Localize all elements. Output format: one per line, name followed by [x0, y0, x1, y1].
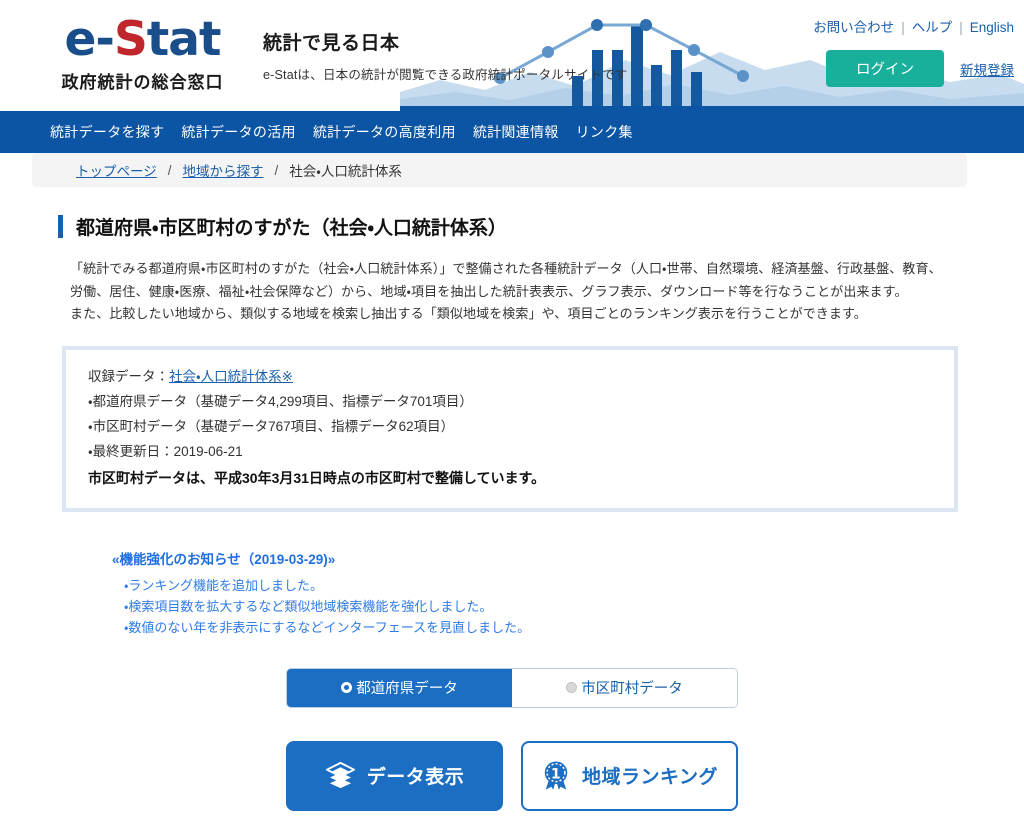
header-utility-links: お問い合わせ | ヘルプ | English	[813, 16, 1014, 36]
data-scope-toggle-wrapper: 都道府県データ 市区町村データ	[50, 668, 974, 708]
link-help[interactable]: ヘルプ	[912, 20, 953, 35]
nav-items: 統計データを探す 統計データの活用 統計データの高度利用 統計関連情報 リンク集	[0, 122, 633, 142]
radio-option-municipality[interactable]: 市区町村データ	[512, 669, 737, 707]
breadcrumb-separator-1: /	[168, 163, 172, 178]
radio-label-municipality: 市区町村データ	[581, 677, 683, 698]
login-button[interactable]: ログイン	[826, 50, 944, 87]
regional-ranking-button[interactable]: 1 地域ランキング	[521, 741, 738, 811]
register-link[interactable]: 新規登録	[960, 59, 1014, 79]
breadcrumb-separator-2: /	[275, 163, 279, 178]
notice-item-3: ・数値のない年を非表示にするなどインターフェースを見直しました。	[112, 617, 974, 638]
link-english[interactable]: English	[970, 20, 1014, 35]
svg-text:1: 1	[551, 766, 561, 782]
nav-item-related-info[interactable]: 統計関連情報	[473, 122, 559, 142]
radio-icon-municipality	[566, 682, 577, 693]
infobox-line-municipality: ・市区町村データ（基礎データ767項目、指標データ62項目）	[88, 414, 954, 439]
nav-item-advanced-use[interactable]: 統計データの高度利用	[313, 122, 456, 142]
link-contact[interactable]: お問い合わせ	[813, 20, 894, 35]
site-header: e-Stat 政府統計の総合窓口 統計で見る日本 e-Statは、日本の統計が閲…	[0, 0, 1024, 111]
breadcrumb: トップページ / 地域から探す / 社会・人口統計体系	[32, 153, 967, 187]
radio-option-prefecture[interactable]: 都道府県データ	[287, 669, 512, 707]
header-actions: ログイン 新規登録	[826, 50, 1014, 87]
breadcrumb-item-region[interactable]: 地域から探す	[183, 160, 264, 180]
action-buttons: データ表示 1 地域ランキング	[50, 741, 974, 811]
intro-text: 「統計でみる都道府県・市区町村のすがた（社会・人口統計体系）」で整備された各種統…	[70, 258, 954, 326]
notice-item-2: ・検索項目数を拡大するなど類似地域検索機能を強化しました。	[112, 596, 974, 617]
page-title: 都道府県・市区町村のすがた（社会・人口統計体系）	[58, 213, 974, 240]
infobox-label: 収録データ：	[88, 369, 169, 384]
data-info-box: 収録データ：社会・人口統計体系※ ・都道府県データ（基礎データ4,299項目、指…	[62, 346, 958, 512]
link-separator-2: |	[959, 20, 963, 35]
main-navigation: 統計データを探す 統計データの活用 統計データの高度利用 統計関連情報 リンク集	[0, 111, 1024, 153]
title-accent-bar	[58, 215, 63, 238]
link-separator-1: |	[901, 20, 905, 35]
infobox-note: 市区町村データは、平成30年3月31日時点の市区町村で整備しています。	[88, 464, 954, 492]
infobox-line-updated: ・最終更新日：2019-06-21	[88, 439, 954, 464]
notice-item-1: ・ランキング機能を追加しました。	[112, 575, 974, 596]
radio-icon-prefecture	[341, 682, 352, 693]
intro-paragraph-1: 「統計でみる都道府県・市区町村のすがた（社会・人口統計体系）」で整備された各種統…	[70, 258, 954, 303]
regional-ranking-label: 地域ランキング	[582, 762, 718, 789]
main-content: 都道府県・市区町村のすがた（社会・人口統計体系） 「統計でみる都道府県・市区町村…	[0, 213, 1024, 811]
page-title-text: 都道府県・市区町村のすがた（社会・人口統計体系）	[76, 213, 507, 240]
show-data-label: データ表示	[367, 762, 465, 789]
infobox-header-line: 収録データ：社会・人口統計体系※	[88, 364, 954, 389]
notice-title: «機能強化のお知らせ（2019-03-29)»	[112, 548, 974, 568]
logo-wordmark: e-Stat	[30, 14, 255, 66]
data-scope-toggle: 都道府県データ 市区町村データ	[286, 668, 738, 708]
infobox-dataset-link[interactable]: 社会・人口統計体系※	[169, 369, 293, 384]
nav-item-use-data[interactable]: 統計データの活用	[181, 122, 295, 142]
breadcrumb-wrapper: トップページ / 地域から探す / 社会・人口統計体系	[0, 153, 1024, 187]
site-logo[interactable]: e-Stat 政府統計の総合窓口	[30, 14, 255, 93]
radio-label-prefecture: 都道府県データ	[356, 677, 458, 698]
intro-paragraph-2: また、比較したい地域から、類似する地域を検索し抽出する「類似地域を検索」や、項目…	[70, 303, 954, 326]
logo-subtitle: 政府統計の総合窓口	[30, 68, 255, 93]
logo-part-e: e-	[65, 12, 114, 67]
nav-item-links[interactable]: リンク集	[576, 122, 633, 142]
nav-item-search-data[interactable]: 統計データを探す	[50, 122, 164, 142]
logo-part-s: S	[114, 12, 147, 67]
site-title-block: 統計で見る日本 e-Statは、日本の統計が閲覧できる政府統計ポータルサイトです	[263, 28, 628, 83]
logo-part-tat: tat	[147, 12, 221, 67]
site-description: e-Statは、日本の統計が閲覧できる政府統計ポータルサイトです	[263, 64, 628, 83]
stacked-layers-icon	[325, 760, 356, 791]
breadcrumb-item-top[interactable]: トップページ	[76, 160, 157, 180]
site-title: 統計で見る日本	[263, 28, 628, 55]
infobox-line-prefecture: ・都道府県データ（基礎データ4,299項目、指標データ701項目）	[88, 389, 954, 414]
enhancement-notice: «機能強化のお知らせ（2019-03-29)» ・ランキング機能を追加しました。…	[112, 548, 974, 638]
show-data-button[interactable]: データ表示	[286, 741, 503, 811]
ranking-medal-icon: 1	[541, 760, 571, 791]
breadcrumb-item-current: 社会・人口統計体系	[289, 160, 402, 180]
